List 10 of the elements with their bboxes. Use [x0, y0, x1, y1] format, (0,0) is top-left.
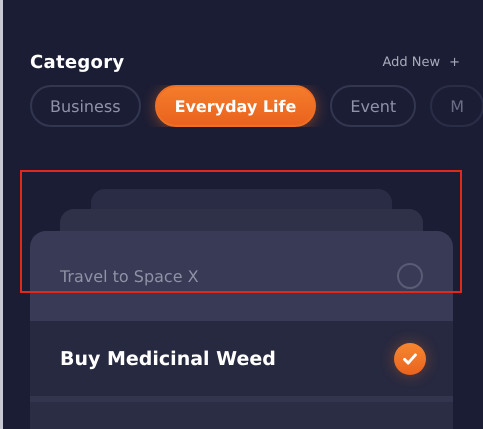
- category-chip[interactable]: Everyday Life: [154, 85, 316, 127]
- task-text: Buy Medicinal Weed: [60, 348, 276, 370]
- category-title: Category: [30, 52, 124, 73]
- task-text: Travel to Space X: [60, 266, 199, 286]
- checked-icon[interactable]: [394, 342, 426, 374]
- add-new-link[interactable]: Add New +: [382, 55, 460, 70]
- category-chip[interactable]: M: [430, 85, 483, 127]
- category-chip[interactable]: Event: [330, 85, 416, 127]
- checkbox[interactable]: [397, 263, 423, 289]
- category-chip[interactable]: Business: [30, 85, 141, 127]
